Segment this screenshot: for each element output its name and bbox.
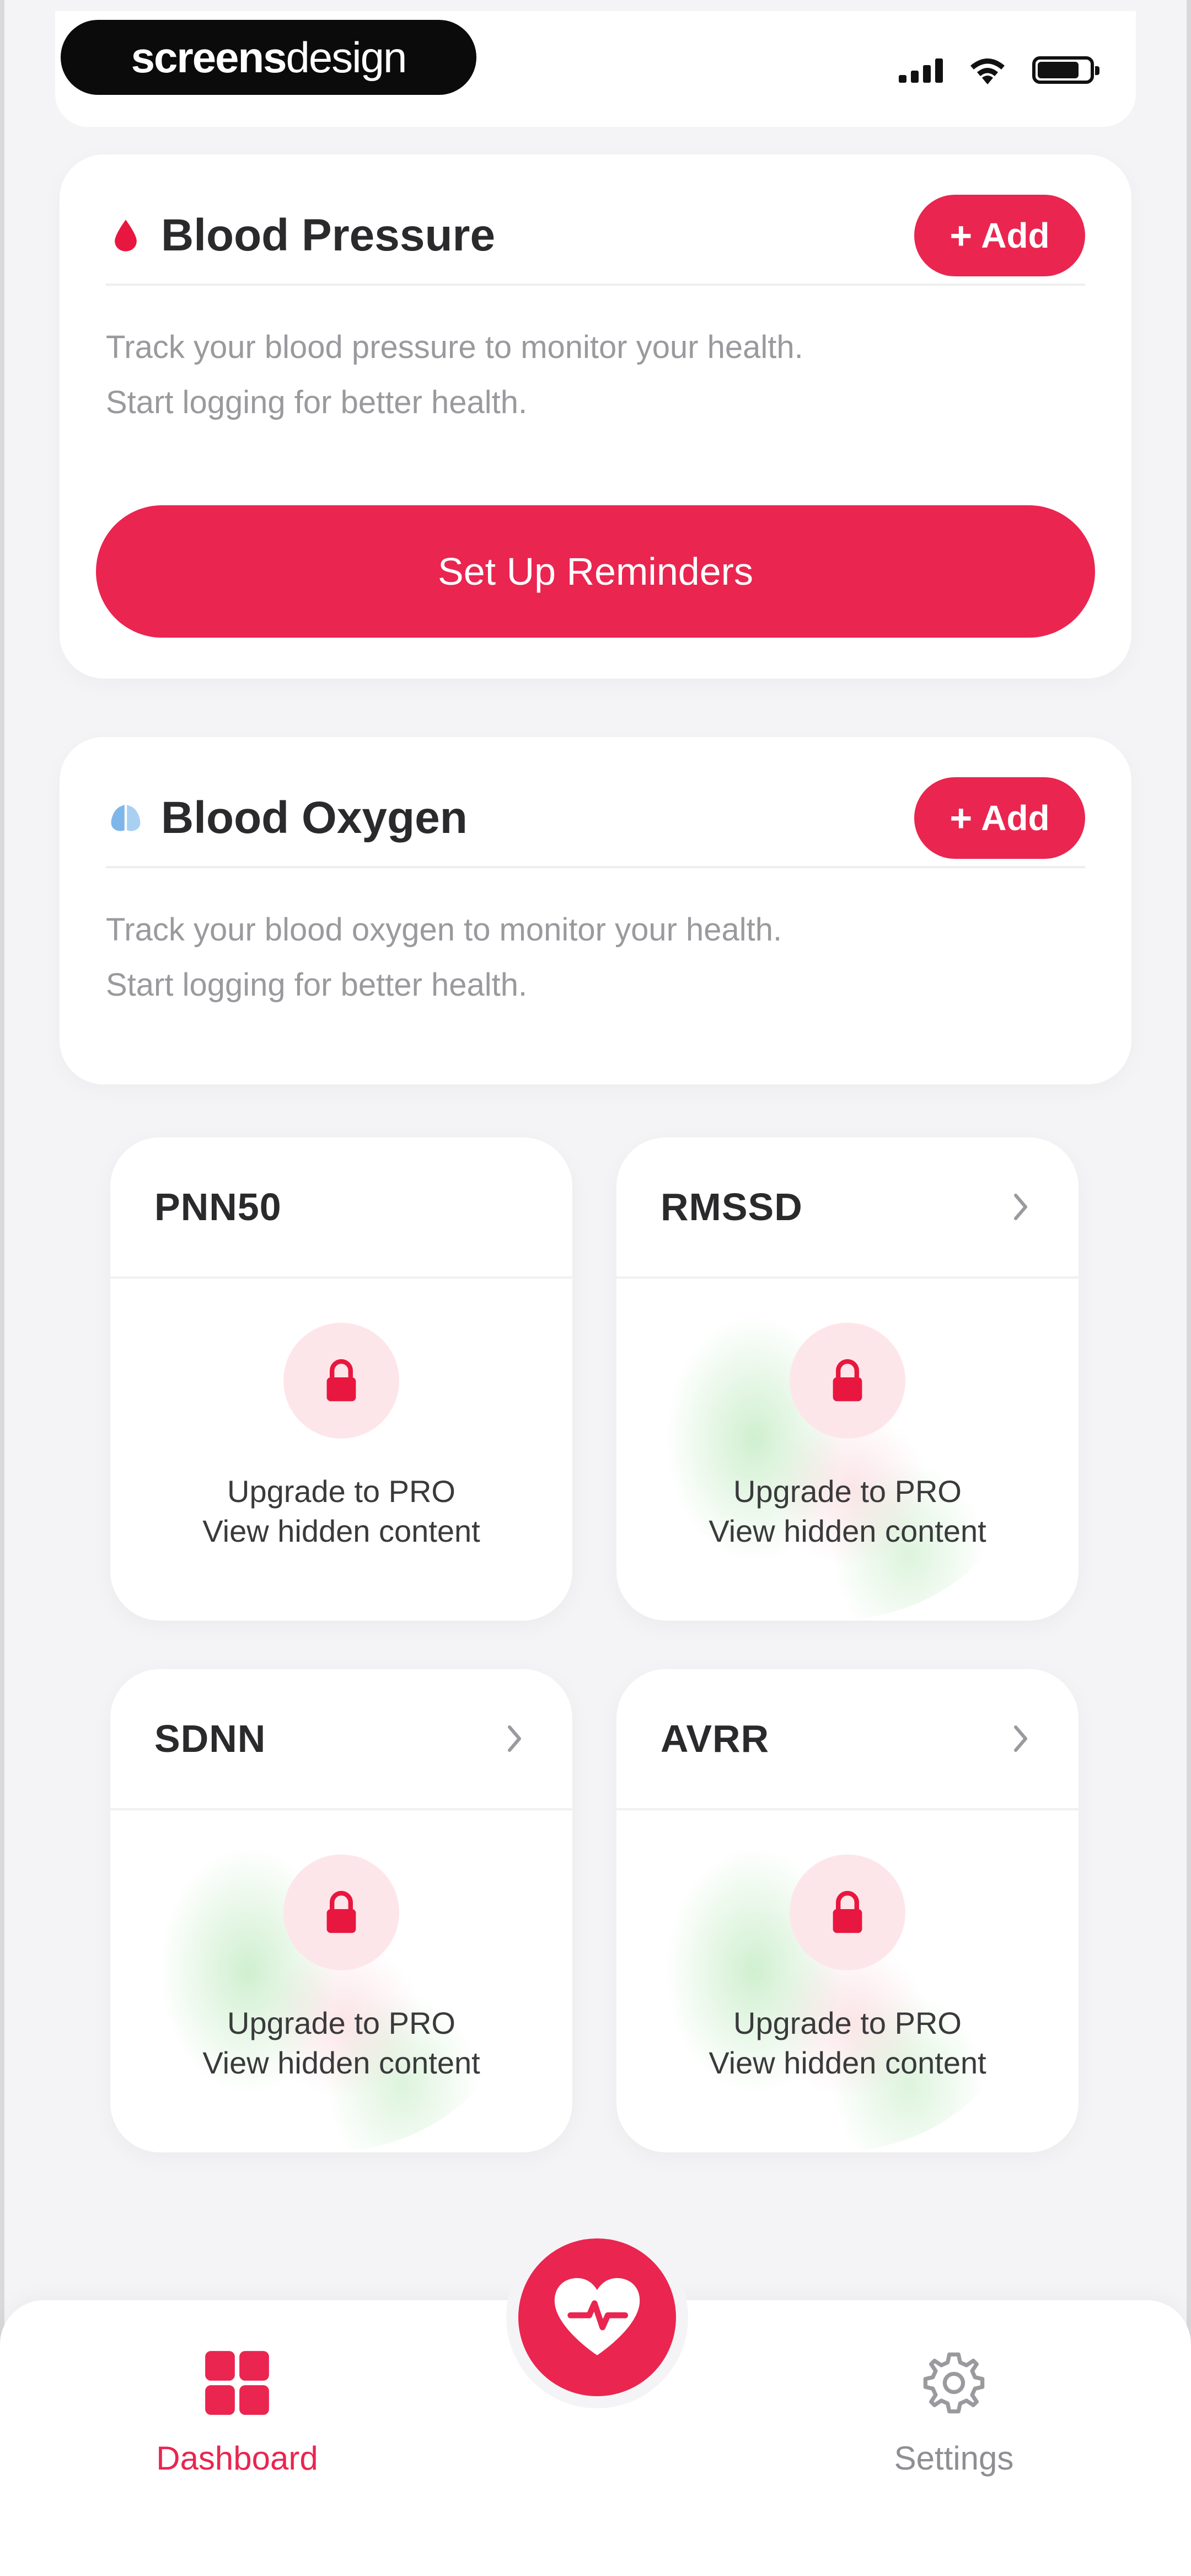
blood-oxygen-description: Track your blood oxygen to monitor your … xyxy=(106,902,1085,1013)
lock-icon xyxy=(283,1323,399,1439)
heart-pulse-icon xyxy=(554,2278,640,2355)
blood-oxygen-header: Blood Oxygen + Add xyxy=(106,770,1085,868)
tile-header: PNN50 xyxy=(110,1137,572,1279)
add-button-label: Add xyxy=(981,216,1050,255)
gear-icon xyxy=(923,2352,985,2414)
upgrade-message: Upgrade to PRO View hidden content xyxy=(616,2003,1079,2083)
tile-title: SDNN xyxy=(154,1717,266,1760)
metric-tile-pnn50[interactable]: PNN50 Upgrade to PRO View hidden content xyxy=(110,1137,572,1621)
tile-header: RMSSD xyxy=(616,1137,1079,1279)
tile-locked-content: Upgrade to PRO View hidden content xyxy=(616,1810,1079,2152)
tile-header: SDNN xyxy=(110,1669,572,1810)
upgrade-line: Upgrade to PRO xyxy=(227,2006,455,2040)
tile-locked-content: Upgrade to PRO View hidden content xyxy=(110,1810,572,2152)
upgrade-message: Upgrade to PRO View hidden content xyxy=(110,2003,572,2083)
metric-tile-rmssd[interactable]: RMSSD Upgrade to PRO View hidden content xyxy=(616,1137,1079,1621)
tile-title: RMSSD xyxy=(661,1185,803,1228)
blood-pressure-card: Blood Pressure + Add Track your blood pr… xyxy=(60,154,1131,678)
upgrade-message: Upgrade to PRO View hidden content xyxy=(110,1472,572,1551)
plus-icon: + xyxy=(949,797,973,840)
hidden-content-line: View hidden content xyxy=(709,2045,986,2080)
chevron-right-icon xyxy=(1007,1719,1034,1758)
wifi-icon xyxy=(970,58,1005,84)
hidden-content-line: View hidden content xyxy=(202,2045,480,2080)
tile-locked-content: Upgrade to PRO View hidden content xyxy=(616,1279,1079,1621)
cellular-signal-icon xyxy=(899,57,943,83)
tile-locked-content: Upgrade to PRO View hidden content xyxy=(110,1279,572,1621)
tile-title: AVRR xyxy=(661,1717,770,1760)
tile-title: PNN50 xyxy=(154,1185,282,1228)
description-line: Track your blood pressure to monitor you… xyxy=(106,329,803,365)
plus-icon: + xyxy=(949,214,973,257)
blood-drop-icon xyxy=(106,216,146,255)
blood-pressure-title: Blood Pressure xyxy=(161,210,496,260)
chevron-right-icon xyxy=(1007,1188,1034,1226)
metric-tile-sdnn[interactable]: SDNN Upgrade to PRO View hidden content xyxy=(110,1669,572,2152)
tab-settings-label: Settings xyxy=(894,2440,1014,2477)
upgrade-message: Upgrade to PRO View hidden content xyxy=(616,1472,1079,1551)
blood-oxygen-title: Blood Oxygen xyxy=(161,793,468,843)
lock-icon xyxy=(790,1854,905,1970)
description-line: Start logging for better health. xyxy=(106,384,528,420)
dashboard-grid-icon xyxy=(205,2351,269,2415)
hidden-content-line: View hidden content xyxy=(709,1514,986,1548)
tab-dashboard-label: Dashboard xyxy=(156,2440,318,2477)
device-edge-left xyxy=(0,0,4,2576)
device-edge-right xyxy=(1187,0,1191,2576)
status-icons xyxy=(899,51,1099,89)
brand-watermark: screens design xyxy=(61,20,476,95)
metric-tile-avrr[interactable]: AVRR Upgrade to PRO View hidden content xyxy=(616,1669,1079,2152)
brand-text-primary: screens xyxy=(131,33,287,82)
brand-text-secondary: design xyxy=(286,33,407,82)
chevron-right-icon xyxy=(501,1719,528,1758)
heart-rate-measure-button[interactable] xyxy=(506,2226,688,2408)
tile-header: AVRR xyxy=(616,1669,1079,1810)
blood-pressure-description: Track your blood pressure to monitor you… xyxy=(106,320,1085,430)
battery-icon xyxy=(1032,56,1099,84)
hidden-content-line: View hidden content xyxy=(202,1514,480,1548)
tab-settings[interactable]: Settings xyxy=(838,2349,1070,2514)
lock-icon xyxy=(790,1323,905,1439)
tab-dashboard[interactable]: Dashboard xyxy=(121,2349,353,2514)
blood-oxygen-card: Blood Oxygen + Add Track your blood oxyg… xyxy=(60,737,1131,1084)
add-button-label: Add xyxy=(981,798,1050,838)
upgrade-line: Upgrade to PRO xyxy=(733,2006,962,2040)
set-up-reminders-button[interactable]: Set Up Reminders xyxy=(96,505,1095,638)
blood-pressure-add-button[interactable]: + Add xyxy=(914,195,1085,276)
description-line: Track your blood oxygen to monitor your … xyxy=(106,912,782,948)
upgrade-line: Upgrade to PRO xyxy=(227,1474,455,1509)
lock-icon xyxy=(283,1854,399,1970)
lungs-icon xyxy=(106,798,146,838)
description-line: Start logging for better health. xyxy=(106,967,528,1003)
blood-pressure-header: Blood Pressure + Add xyxy=(106,188,1085,286)
upgrade-line: Upgrade to PRO xyxy=(733,1474,962,1509)
blood-oxygen-add-button[interactable]: + Add xyxy=(914,777,1085,859)
